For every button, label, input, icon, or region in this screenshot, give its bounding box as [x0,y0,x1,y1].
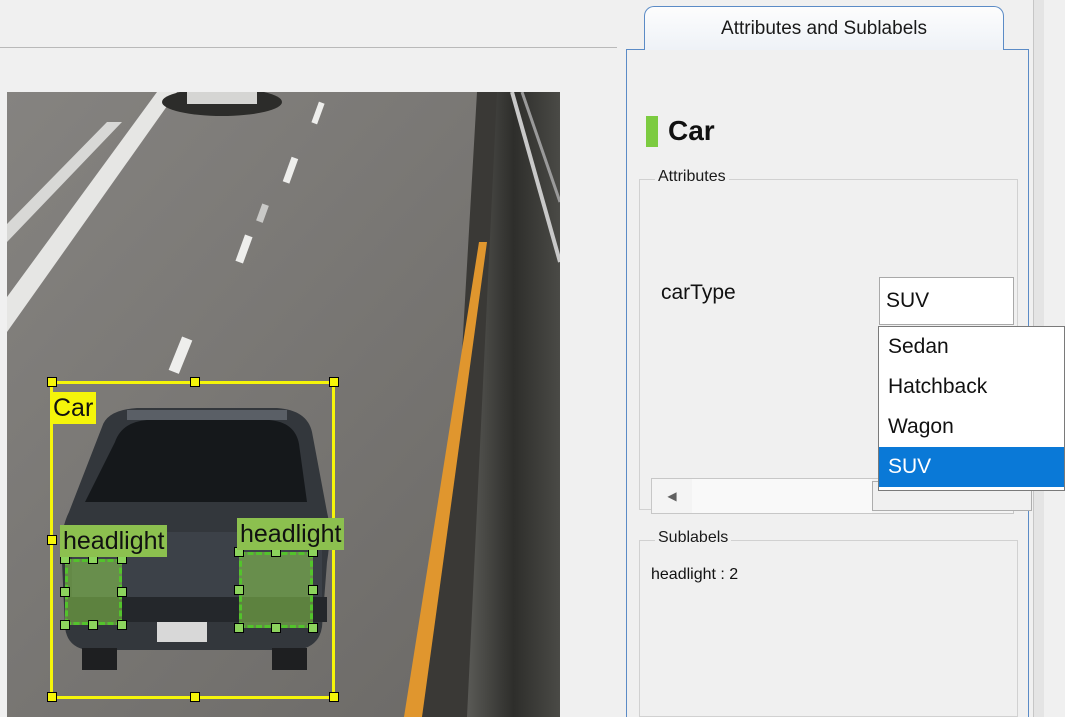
sublabel-summary: headlight : 2 [651,566,739,583]
car-type-select[interactable]: SUV [879,277,1014,325]
attribute-name: carType [661,281,736,304]
resize-handle[interactable] [117,620,127,630]
sublabels-group-title: Sublabels [655,529,732,547]
resize-handle[interactable] [329,377,339,387]
roi-car-label: Car [50,392,97,424]
resize-handle[interactable] [47,535,57,545]
resize-handle[interactable] [234,585,244,595]
resize-handle[interactable] [190,692,200,702]
selected-label-name: Car [668,115,715,146]
roi-headlight-box[interactable] [65,559,122,625]
roi-headlight-label: headlight [60,525,168,557]
resize-handle[interactable] [88,620,98,630]
resize-handle[interactable] [47,377,57,387]
resize-handle[interactable] [329,692,339,702]
resize-handle[interactable] [60,620,70,630]
dropdown-option-suv[interactable]: SUV [879,447,1064,487]
dropdown-option-sedan[interactable]: Sedan [879,327,1064,367]
resize-handle[interactable] [234,623,244,633]
selected-label-header: Car [646,115,715,147]
resize-handle[interactable] [190,377,200,387]
resize-handle[interactable] [271,623,281,633]
dropdown-option-hatchback[interactable]: Hatchback [879,367,1064,407]
resize-handle[interactable] [60,587,70,597]
roi-headlight-box[interactable] [239,552,313,628]
attributes-group-title: Attributes [655,168,729,186]
image-canvas[interactable]: Car headlight headlight [7,92,560,717]
tab-attributes-and-sublabels[interactable]: Attributes and Sublabels [644,6,1004,50]
label-color-swatch [646,115,658,147]
resize-handle[interactable] [47,692,57,702]
resize-handle[interactable] [308,585,318,595]
resize-handle[interactable] [308,623,318,633]
resize-handle[interactable] [117,587,127,597]
dropdown-option-wagon[interactable]: Wagon [879,407,1064,447]
scrollbar-track[interactable] [692,479,872,513]
image-viewer: Car headlight headlight [0,0,617,717]
viewer-divider [0,47,617,48]
triangle-left-icon[interactable]: ◀ [652,479,693,513]
car-type-dropdown-list[interactable]: Sedan Hatchback Wagon SUV [878,326,1065,491]
roi-headlight-label: headlight [237,518,345,550]
